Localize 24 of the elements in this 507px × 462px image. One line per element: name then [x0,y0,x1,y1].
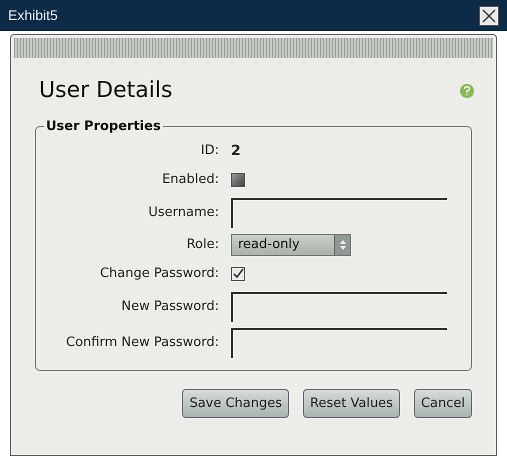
field-label: Username: [147,204,220,222]
close-button[interactable] [479,6,499,26]
dialog-button[interactable]: Cancel [414,389,472,418]
field-label: ID: [200,142,220,160]
close-icon [482,8,496,22]
group-title: User Properties [45,118,162,136]
field-label: Role: [186,236,220,254]
field-label: New Password: [120,298,220,316]
dialog-button[interactable]: Reset Values [303,389,400,418]
input-field[interactable] [231,198,447,228]
input-field[interactable] [231,292,447,322]
checkmark-icon [232,268,244,280]
checkbox[interactable] [231,267,245,281]
window-title: Exhibit5 [8,6,58,25]
checkbox[interactable] [231,173,245,187]
dialog-button[interactable]: Save Changes [182,389,290,418]
field-label: Enabled: [161,171,220,190]
field-label: Confirm New Password: [65,334,220,352]
field-label: Change Password: [98,265,220,284]
spinner-arrows-icon [338,239,346,251]
role-dropdown[interactable]: read-only [231,234,351,256]
dialog-title: User Details [39,77,172,105]
input-field[interactable] [231,328,447,358]
id-value: 2 [231,142,241,160]
